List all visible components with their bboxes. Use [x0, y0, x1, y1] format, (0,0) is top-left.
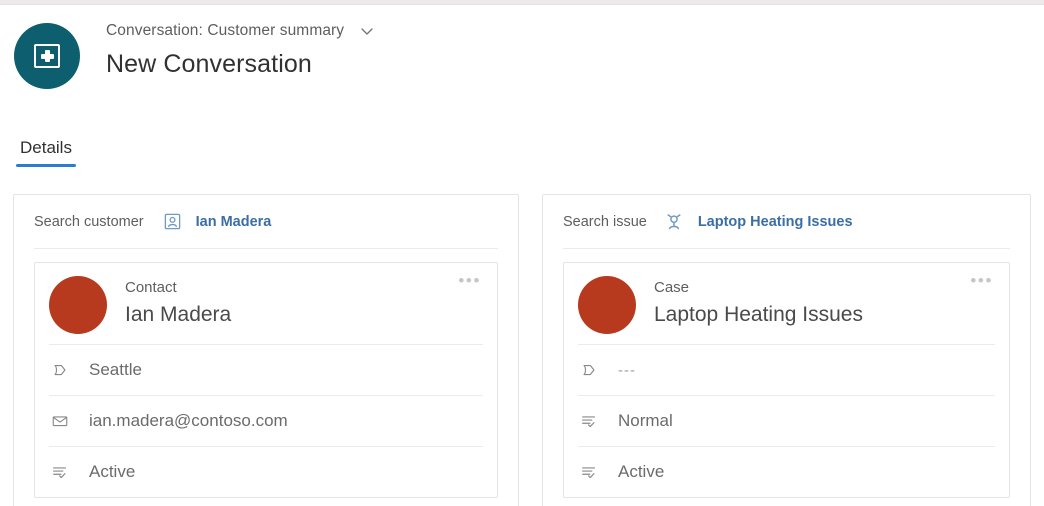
- case-avatar: [578, 276, 636, 334]
- contact-name: Ian Madera: [125, 303, 232, 326]
- contact-field-status: Active: [49, 446, 483, 497]
- contact-type-label: Contact: [125, 279, 177, 296]
- person-agent-icon: [663, 211, 685, 233]
- record-header: Conversation: Customer summary New Conve…: [14, 20, 376, 89]
- contact-avatar: [49, 276, 107, 334]
- customer-card: Search customer Ian Madera Contact Ian M…: [13, 194, 519, 506]
- case-overflow-menu-button[interactable]: •••: [970, 272, 993, 289]
- conversation-badge-glyph: [34, 44, 60, 68]
- search-customer-row: Search customer Ian Madera: [34, 195, 498, 249]
- location-tag-icon: [49, 359, 71, 381]
- tab-details[interactable]: Details: [16, 138, 76, 167]
- contact-field-email: ian.madera@contoso.com: [49, 395, 483, 446]
- case-record-header: Case Laptop Heating Issues •••: [578, 263, 995, 344]
- contact-location-value: Seattle: [89, 360, 142, 379]
- tab-bar: Details: [16, 138, 76, 167]
- customer-panel: Search customer Ian Madera Contact Ian M…: [13, 194, 519, 506]
- search-customer-label: Search customer: [34, 213, 144, 230]
- search-issue-row: Search issue Laptop Heating Issues: [563, 195, 1010, 249]
- status-list-icon: [578, 461, 600, 483]
- case-location-value: ---: [618, 361, 636, 379]
- issue-link[interactable]: Laptop Heating Issues: [698, 214, 853, 230]
- case-record-card: Case Laptop Heating Issues ••• --- Norma…: [563, 262, 1010, 498]
- issue-card: Search issue Laptop Heating Issues Case …: [542, 194, 1031, 506]
- case-field-location: ---: [578, 344, 995, 395]
- contact-field-location: Seattle: [49, 344, 483, 395]
- issue-panel: Search issue Laptop Heating Issues Case …: [542, 194, 1031, 506]
- case-priority-value: Normal: [618, 411, 673, 430]
- page-title: New Conversation: [106, 50, 312, 78]
- header-text-block: Conversation: Customer summary New Conve…: [106, 20, 376, 79]
- app-root: Conversation: Customer summary New Conve…: [0, 0, 1044, 506]
- status-list-icon: [49, 461, 71, 483]
- search-issue-label: Search issue: [563, 213, 647, 230]
- contact-status-value: Active: [89, 462, 136, 481]
- contact-record-header: Contact Ian Madera •••: [49, 263, 483, 344]
- case-field-priority: Normal: [578, 395, 995, 446]
- contact-email-value: ian.madera@contoso.com: [89, 411, 288, 430]
- window-chrome-band: [0, 0, 1044, 5]
- case-name: Laptop Heating Issues: [654, 303, 863, 326]
- contact-record-card: Contact Ian Madera ••• Seattle ian.mader…: [34, 262, 498, 498]
- case-meta: Case Laptop Heating Issues: [654, 276, 863, 328]
- case-status-value: Active: [618, 462, 665, 481]
- breadcrumb[interactable]: Conversation: Customer summary: [106, 20, 376, 42]
- breadcrumb-label: Conversation: Customer summary: [106, 22, 345, 39]
- contact-card-icon: [162, 211, 184, 233]
- chevron-down-icon[interactable]: [358, 22, 376, 40]
- conversation-badge-icon: [14, 23, 80, 89]
- envelope-icon: [49, 410, 71, 432]
- customer-link[interactable]: Ian Madera: [196, 214, 272, 230]
- case-field-status: Active: [578, 446, 995, 497]
- status-list-icon: [578, 410, 600, 432]
- contact-overflow-menu-button[interactable]: •••: [458, 272, 481, 289]
- contact-meta: Contact Ian Madera: [125, 276, 231, 328]
- location-tag-icon: [578, 359, 600, 381]
- case-type-label: Case: [654, 279, 690, 296]
